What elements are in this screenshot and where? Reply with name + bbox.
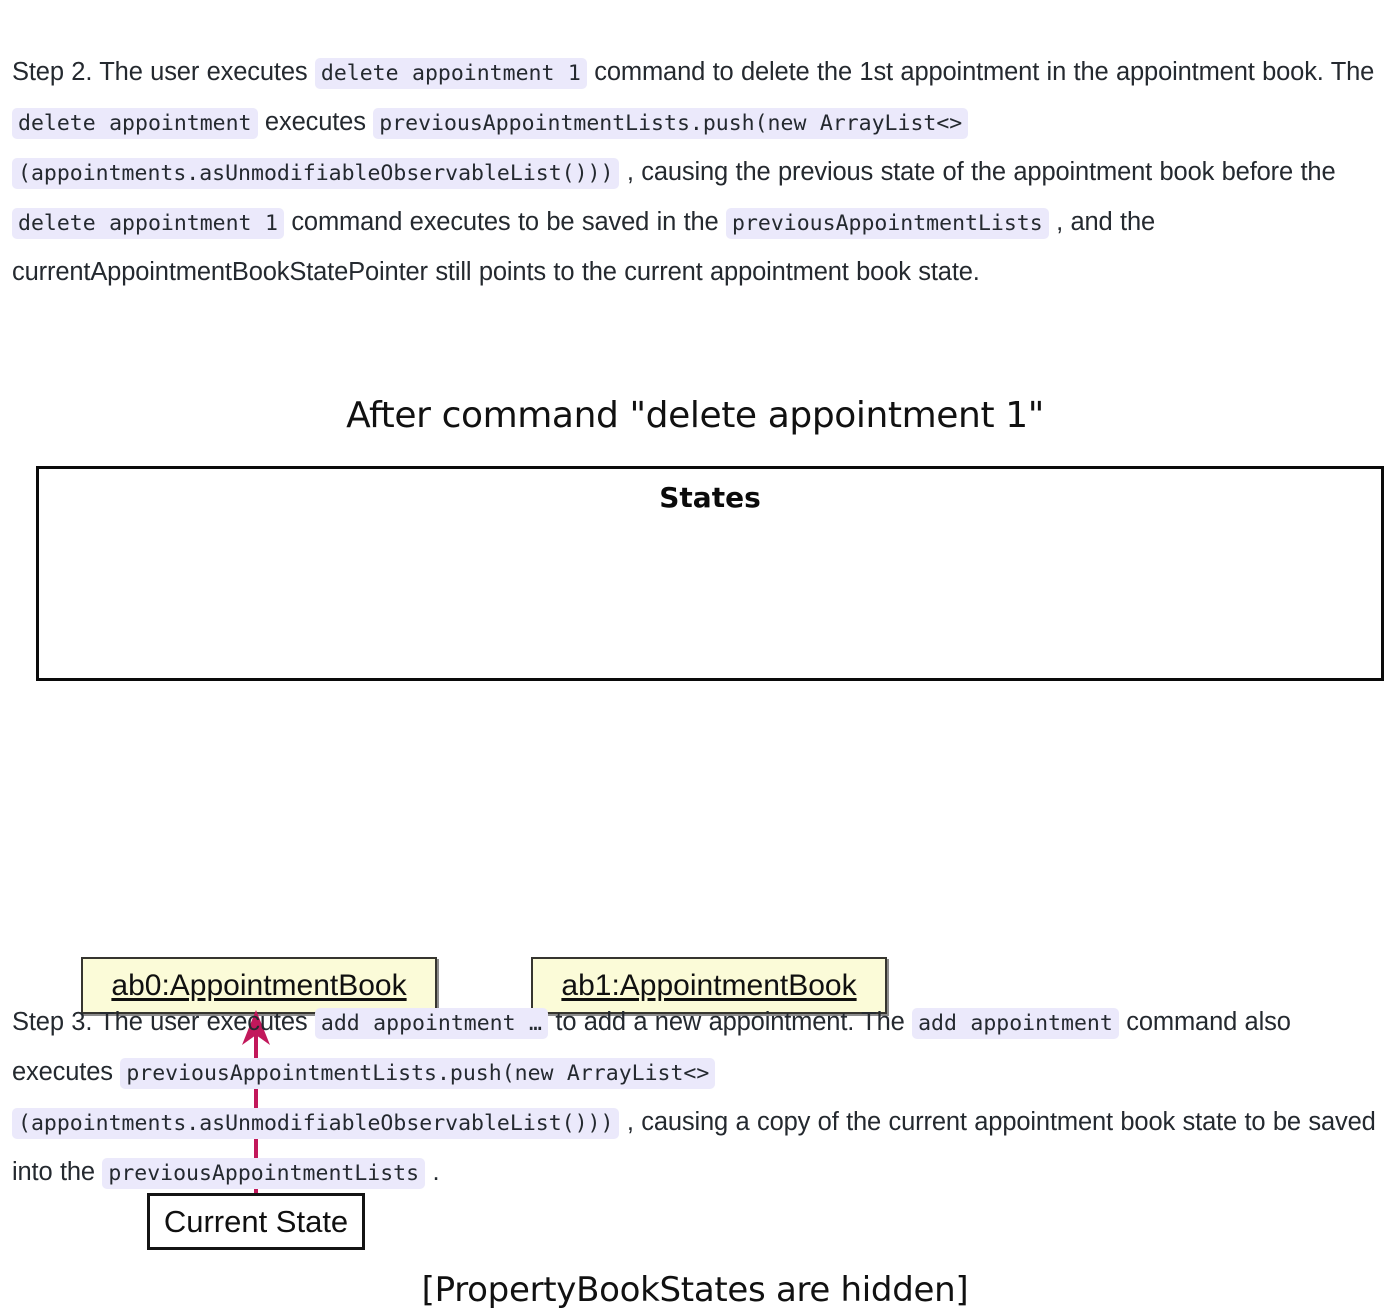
paragraph-text: , causing the previous state of the appo…: [619, 157, 1343, 186]
paragraph-text: command to delete the 1st appointment in…: [586, 57, 1382, 86]
inline-code: (appointments.asUnmodifiableObservableLi…: [12, 157, 620, 189]
paragraph-text: executes: [257, 107, 374, 136]
paragraph-text: to add a new appointment. The: [547, 1007, 913, 1036]
paragraph-text: .: [425, 1157, 440, 1186]
current-state-label: Current State: [163, 1203, 349, 1239]
inline-code: add appointment …: [314, 1007, 548, 1039]
inline-code: previousAppointmentLists.push(new ArrayL…: [120, 1057, 716, 1089]
states-frame-label: States: [659, 481, 761, 514]
paragraph-text: command executes to be saved in the: [283, 207, 727, 236]
inline-code: previousAppointmentLists.push(new ArrayL…: [373, 107, 969, 139]
step-2-paragraph: Step 2. The user executes delete appoint…: [12, 48, 1380, 296]
paragraph-text: Step 2. The user executes: [12, 57, 315, 86]
document-page: Step 2. The user executes delete appoint…: [0, 0, 1390, 1310]
current-state-box: Current State: [147, 1193, 365, 1250]
inline-code: add appointment: [912, 1007, 1119, 1039]
diagram-caption: [PropertyBookStates are hidden]: [421, 1270, 969, 1310]
diagram-title: After command "delete appointment 1": [346, 395, 1044, 436]
inline-code: delete appointment: [12, 107, 258, 139]
inline-code: (appointments.asUnmodifiableObservableLi…: [12, 1107, 620, 1139]
step-3-paragraph: Step 3. The user executes add appointmen…: [12, 998, 1380, 1198]
object-diagram: After command "delete appointment 1" Sta…: [0, 385, 1390, 1310]
states-frame: States: [36, 466, 1384, 681]
inline-code: previousAppointmentLists: [726, 207, 1049, 239]
inline-code: delete appointment 1: [314, 57, 587, 89]
paragraph-text: Step 3. The user executes: [12, 1007, 315, 1036]
inline-code: delete appointment 1: [12, 207, 284, 239]
